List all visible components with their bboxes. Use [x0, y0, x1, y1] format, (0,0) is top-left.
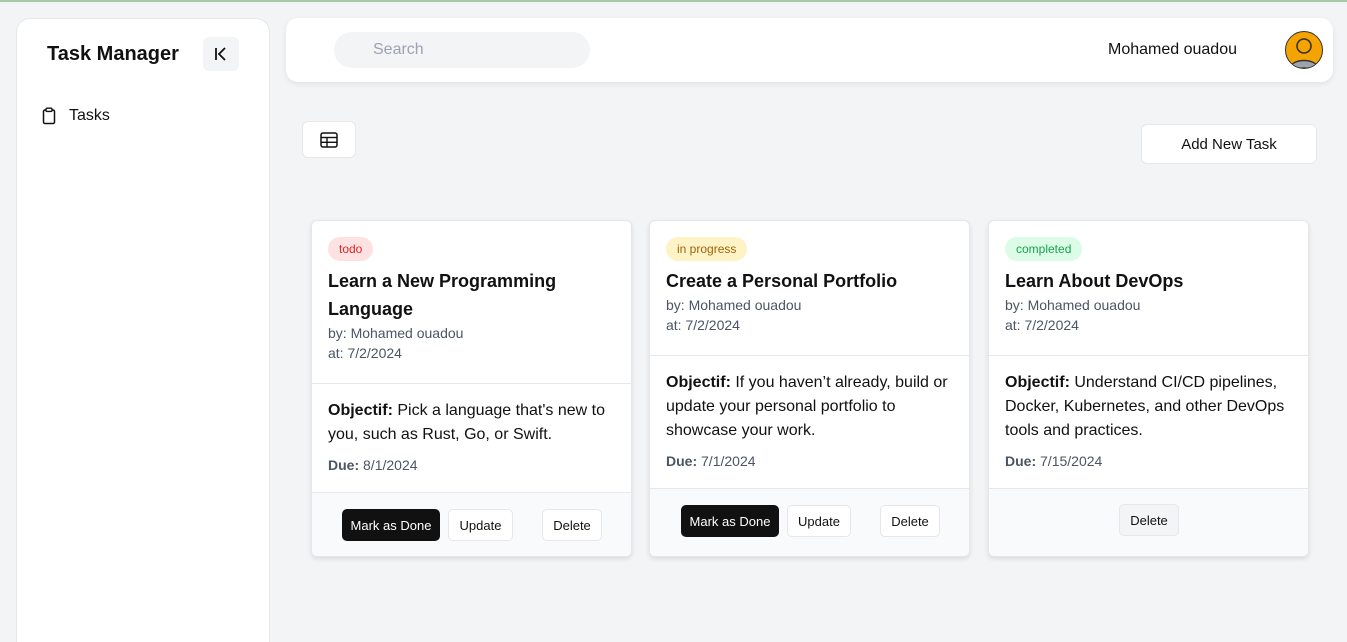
task-author: by: Mohamed ouadou — [666, 297, 802, 313]
task-objective: Objectif: Understand CI/CD pipelines, Do… — [1005, 374, 1285, 439]
status-badge: completed — [1005, 237, 1083, 261]
task-created-date: at: 7/2/2024 — [666, 317, 740, 333]
card-actions: Mark as Done Update Delete — [650, 488, 969, 556]
sidebar-item-tasks[interactable]: Tasks — [41, 107, 110, 125]
search-input[interactable] — [334, 32, 590, 68]
mark-as-done-button[interactable]: Mark as Done — [681, 505, 779, 537]
task-title: Learn About DevOps — [1005, 271, 1184, 291]
task-objective: Objectif: If you haven’t already, build … — [666, 374, 948, 439]
top-header: Mohamed ouadou — [286, 18, 1333, 82]
task-card: in progress Create a Personal Portfolio … — [649, 220, 970, 557]
add-new-task-button[interactable]: Add New Task — [1141, 124, 1317, 164]
status-badge: in progress — [666, 237, 748, 261]
status-badge: todo — [328, 237, 374, 261]
task-author: by: Mohamed ouadou — [328, 325, 464, 341]
divider — [989, 355, 1308, 356]
update-button[interactable]: Update — [787, 505, 851, 537]
card-actions: Delete — [989, 488, 1308, 556]
divider — [650, 355, 969, 356]
task-due-date: Due: 8/1/2024 — [328, 457, 418, 473]
task-card: completed Learn About DevOps by: Mohamed… — [988, 220, 1309, 557]
sidebar-item-label: Tasks — [69, 107, 110, 124]
delete-button[interactable]: Delete — [1119, 504, 1179, 536]
mark-as-done-button[interactable]: Mark as Done — [342, 509, 440, 541]
table-icon — [320, 131, 338, 148]
table-view-button[interactable] — [302, 121, 356, 158]
task-due-date: Due: 7/1/2024 — [666, 453, 756, 469]
task-objective: Objectif: Pick a language that's new to … — [328, 402, 605, 443]
avatar[interactable] — [1285, 31, 1323, 69]
delete-button[interactable]: Delete — [880, 505, 940, 537]
collapse-left-icon — [215, 47, 226, 61]
task-created-date: at: 7/2/2024 — [1005, 317, 1079, 333]
sidebar: Task Manager Tasks — [16, 18, 270, 642]
clipboard-icon — [42, 107, 56, 125]
task-author: by: Mohamed ouadou — [1005, 297, 1141, 313]
delete-button[interactable]: Delete — [542, 509, 602, 541]
user-name: Mohamed ouadou — [1108, 41, 1237, 58]
task-created-date: at: 7/2/2024 — [328, 345, 402, 361]
task-title: Learn a New Programming Language — [328, 271, 557, 319]
collapse-sidebar-button[interactable] — [203, 37, 239, 71]
task-card: todo Learn a New Programming Language by… — [311, 220, 632, 557]
divider — [312, 383, 631, 384]
card-actions: Mark as Done Update Delete — [312, 492, 631, 556]
app-title: Task Manager — [47, 43, 179, 65]
update-button[interactable]: Update — [448, 509, 513, 541]
task-due-date: Due: 7/15/2024 — [1005, 453, 1103, 469]
user-avatar-icon — [1289, 38, 1319, 68]
task-title: Create a Personal Portfolio — [666, 271, 898, 291]
